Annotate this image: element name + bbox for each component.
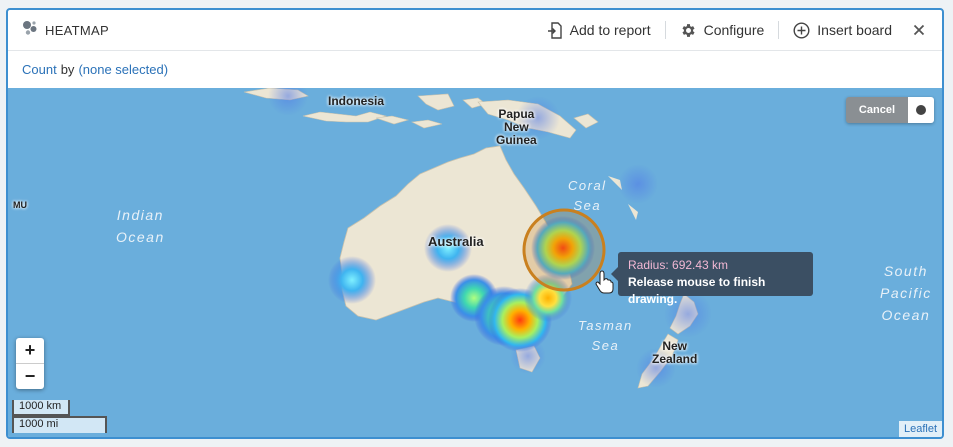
draw-cancel-toggle[interactable]: Cancel (845, 97, 934, 123)
label-australia: Australia (428, 234, 484, 249)
tooltip-hint-text: Release mouse to finish drawing. (628, 275, 766, 306)
draw-radius-tooltip: Radius: 692.43 km Release mouse to finis… (611, 252, 813, 306)
panel-title: HEATMAP (22, 20, 109, 41)
toggle-dot-icon (916, 105, 926, 115)
cancel-button[interactable]: Cancel (845, 97, 908, 123)
add-to-report-label: Add to report (569, 22, 651, 38)
add-to-report-button[interactable]: Add to report (533, 10, 665, 50)
zoom-in-button[interactable]: + (16, 338, 44, 363)
sea-label-line: Sea (573, 198, 602, 213)
configure-button[interactable]: Configure (666, 10, 779, 50)
heatmap-icon (22, 20, 38, 41)
sea-label-line: Indian (116, 207, 164, 223)
tooltip-radius-text: Radius: 692.43 km (628, 258, 729, 272)
insert-board-label: Insert board (817, 22, 892, 38)
scale-km: 1000 km (12, 400, 70, 416)
insert-board-button[interactable]: Insert board (779, 10, 906, 50)
sea-label-line: Coral (568, 178, 607, 193)
scale-mi: 1000 mi (12, 416, 107, 433)
panel-title-text: HEATMAP (45, 22, 109, 38)
label-nz-line: Zealand (652, 352, 698, 366)
label-papua-new-guinea: Papua New Guinea (496, 108, 537, 147)
label-new-zealand: New Zealand (652, 340, 697, 366)
sea-label-line: South (883, 263, 928, 279)
metric-selector[interactable]: Count (22, 62, 57, 77)
metric-bar: Count by (none selected) (8, 51, 942, 88)
map-attribution: Leaflet (898, 421, 942, 437)
heatmap-panel: HEATMAP Add to report Configure Insert b… (6, 8, 944, 439)
attribution-link[interactable]: Leaflet (904, 423, 937, 435)
configure-label: Configure (703, 22, 765, 38)
close-button[interactable] (910, 10, 928, 50)
label-mu: MU (13, 200, 27, 210)
sea-label-line: Ocean (881, 307, 931, 323)
sea-label-line: Ocean (116, 229, 165, 245)
label-south-pacific-ocean: South Pacific Ocean (880, 260, 932, 326)
close-icon (913, 24, 925, 36)
label-coral-sea: Coral Sea (568, 176, 607, 216)
by-text: by (60, 62, 75, 77)
sea-label-line: Sea (591, 338, 620, 353)
label-papua-line: Guinea (496, 133, 537, 147)
radius-draw-circle (522, 208, 606, 292)
toggle-knob[interactable] (908, 97, 934, 123)
plus-circle-icon (793, 21, 810, 39)
panel-header: HEATMAP Add to report Configure Insert b… (8, 10, 942, 51)
zoom-control: + − (16, 338, 44, 389)
zoom-out-button[interactable]: − (16, 363, 44, 389)
gear-icon (682, 23, 695, 37)
add-report-icon (547, 21, 562, 39)
label-indonesia: Indonesia (328, 94, 385, 108)
group-by-selector[interactable]: (none selected) (78, 62, 168, 77)
label-tasman-sea: Tasman Sea (578, 316, 633, 356)
sea-label-line: Tasman (578, 318, 633, 333)
header-actions: Add to report Configure Insert board (533, 10, 942, 50)
map-canvas[interactable]: Indonesia Papua New Guinea Australia New… (8, 88, 942, 437)
sea-label-line: Pacific (880, 285, 932, 301)
label-indian-ocean: Indian Ocean (116, 204, 165, 248)
